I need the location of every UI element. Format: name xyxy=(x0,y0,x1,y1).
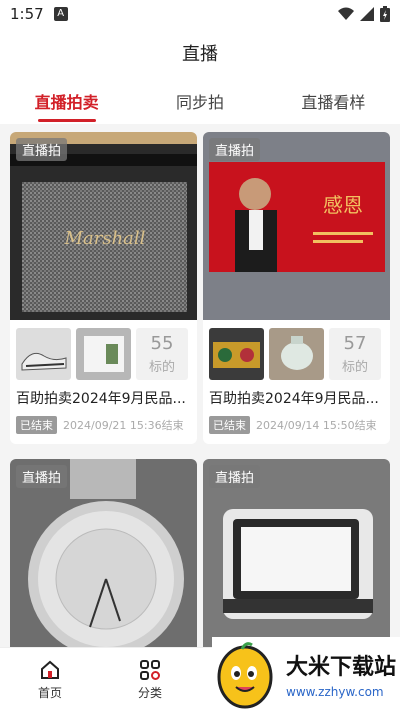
tab-live-preview[interactable]: 直播看样 xyxy=(267,78,400,124)
live-tag: 直播拍 xyxy=(16,465,68,488)
status-icons xyxy=(338,6,390,22)
lot-count-unit: 标的 xyxy=(148,360,175,375)
lot-thumbnail[interactable] xyxy=(269,328,324,380)
status-badge: 已结束 xyxy=(16,416,57,434)
end-time: 2024/09/14 15:50结束 xyxy=(256,419,377,432)
card-image-poster: 感恩 直播拍 xyxy=(203,132,390,320)
auction-card[interactable]: Marshall 直播拍 55 标的 百助拍卖2024年9月民品... 已结束 … xyxy=(10,132,197,444)
mascot-logo xyxy=(217,642,273,709)
auction-card[interactable]: 直播拍 xyxy=(203,459,390,659)
card-image-speaker: Marshall 直播拍 xyxy=(10,132,197,320)
card-image-watch: 直播拍 xyxy=(10,459,197,659)
lot-count: 55 标的 xyxy=(136,328,188,380)
lot-count: 57 标的 xyxy=(329,328,381,380)
site-watermark: 大米下载站 www.zzhyw.com xyxy=(212,637,400,711)
auction-card[interactable]: 直播拍 xyxy=(10,459,197,659)
lot-count-number: 55 xyxy=(150,333,174,354)
signal-icon xyxy=(360,7,374,21)
end-time: 2024/09/21 15:36结束 xyxy=(63,419,184,432)
lot-thumbnails: 55 标的 xyxy=(10,320,197,380)
card-meta: 已结束 2024/09/14 15:50结束 xyxy=(203,408,390,444)
watermark-title: 大米下载站 xyxy=(286,655,397,680)
live-tag: 直播拍 xyxy=(209,138,261,161)
svg-text:Marshall: Marshall xyxy=(64,228,146,249)
lot-thumbnails: 57 标的 xyxy=(203,320,390,380)
lot-count-number: 57 xyxy=(343,333,367,354)
live-tag: 直播拍 xyxy=(16,138,68,161)
battery-icon xyxy=(380,6,390,22)
card-title: 百助拍卖2024年9月民品... xyxy=(209,391,379,407)
auction-card[interactable]: 感恩 直播拍 57 标的 百助拍卖2024年9月民品... 已结束 2024/0… xyxy=(203,132,390,444)
nav-home-label: 首页 xyxy=(37,685,62,700)
category-grid-icon xyxy=(140,659,160,680)
tab-sync-auction[interactable]: 同步拍 xyxy=(133,78,266,124)
home-icon xyxy=(41,660,59,679)
nav-home[interactable]: 首页 xyxy=(0,648,100,711)
page-title: 直播 xyxy=(182,44,218,65)
lot-count-unit: 标的 xyxy=(341,360,368,375)
watermark-url: www.zzhyw.com xyxy=(286,685,384,699)
tab-live-auction[interactable]: 直播拍卖 xyxy=(0,78,133,124)
live-tag: 直播拍 xyxy=(209,465,261,488)
tab-bar: 直播拍卖 同步拍 直播看样 xyxy=(0,78,400,124)
card-title: 百助拍卖2024年9月民品... xyxy=(16,391,186,407)
nav-category-label: 分类 xyxy=(137,685,162,700)
wifi-icon xyxy=(338,7,354,20)
card-image-device: 直播拍 xyxy=(203,459,390,659)
lot-thumbnail[interactable] xyxy=(76,328,131,380)
status-badge: 已结束 xyxy=(209,416,250,434)
svg-text:感恩: 感恩 xyxy=(323,193,363,217)
card-meta: 已结束 2024/09/21 15:36结束 xyxy=(10,408,197,444)
status-time: 1:57 xyxy=(10,5,44,23)
status-bar: 1:57 A xyxy=(0,0,400,28)
lot-thumbnail[interactable] xyxy=(16,328,71,380)
lot-thumbnail[interactable] xyxy=(209,328,264,380)
header: 直播 xyxy=(0,28,400,78)
nav-category[interactable]: 分类 xyxy=(100,648,200,711)
notification-icon: A xyxy=(53,7,68,21)
